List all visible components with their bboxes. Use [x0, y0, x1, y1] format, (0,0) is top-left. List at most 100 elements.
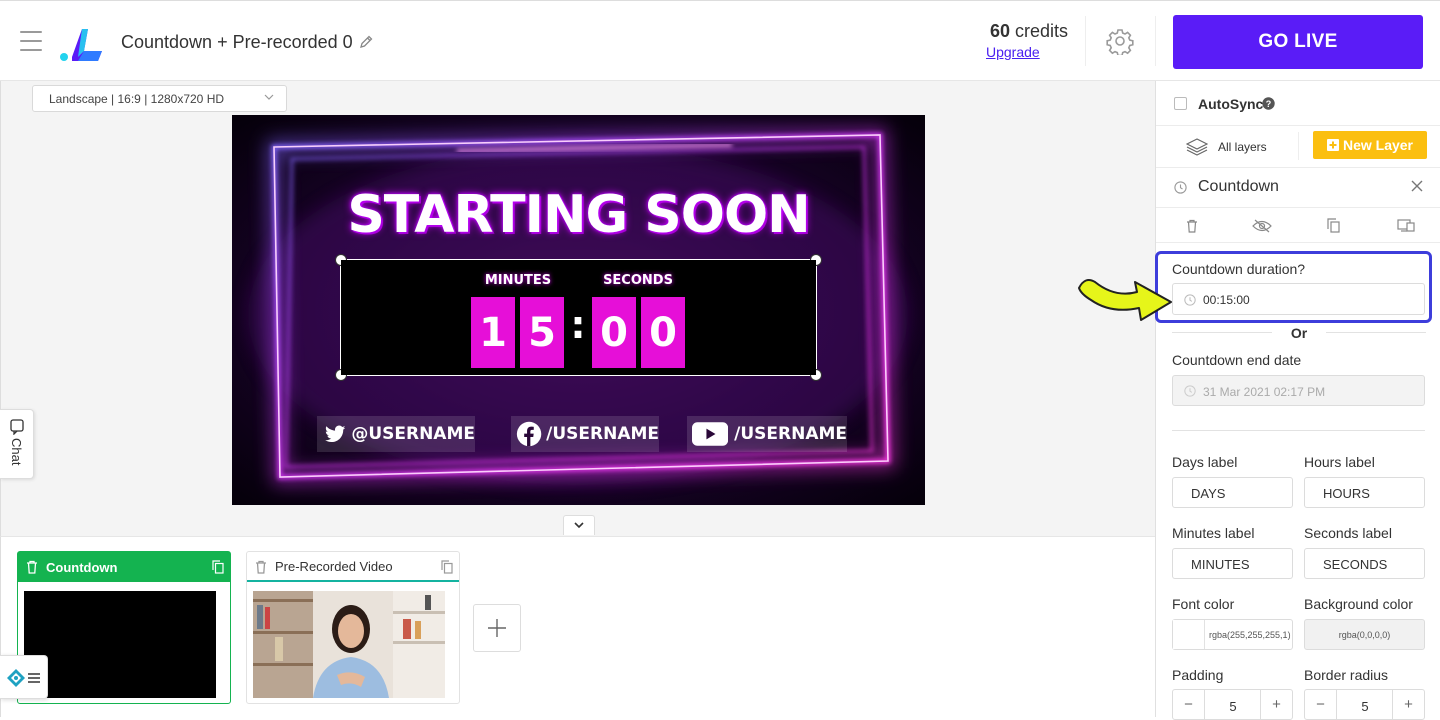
- padding-value: 5: [1229, 699, 1237, 714]
- clock-icon: [1184, 294, 1196, 306]
- new-layer-button[interactable]: New Layer: [1313, 131, 1427, 159]
- border-radius-value: 5: [1361, 699, 1369, 714]
- chat-tab[interactable]: Chat: [0, 409, 34, 479]
- padding-title: Padding: [1172, 667, 1224, 683]
- duplicate-icon[interactable]: [441, 560, 453, 574]
- end-date-placeholder: 31 Mar 2021 02:17 PM: [1203, 385, 1326, 399]
- bg-color-picker[interactable]: rgba(0,0,0,0): [1304, 619, 1425, 650]
- duration-label: Countdown duration?: [1172, 261, 1306, 277]
- bg-color-title: Background color: [1304, 596, 1413, 612]
- preview-stage[interactable]: STARTING SOON MINUTES SECONDS 1 5 : 0 0 …: [232, 115, 925, 505]
- scene-thumbnail: [253, 591, 445, 698]
- scene-card-prerecorded[interactable]: Pre-Recorded Video: [246, 551, 460, 704]
- scene-name: Countdown: [46, 559, 118, 575]
- end-date-input[interactable]: 31 Mar 2021 02:17 PM: [1172, 375, 1425, 406]
- minus-icon[interactable]: −: [1173, 690, 1205, 719]
- trash-icon[interactable]: [26, 560, 38, 574]
- chat-icon: [10, 419, 24, 435]
- layers-icon: [1186, 138, 1208, 156]
- menu-icon[interactable]: [20, 31, 42, 51]
- support-widget[interactable]: [0, 655, 48, 699]
- seconds-label-title: Seconds label: [1304, 525, 1392, 541]
- bg-color-value: rgba(0,0,0,0): [1338, 630, 1391, 640]
- font-color-title: Font color: [1172, 596, 1235, 612]
- minutes-label-title: Minutes label: [1172, 525, 1255, 541]
- widget-logo-icon: [7, 669, 25, 687]
- svg-text:?: ?: [1266, 99, 1272, 109]
- digit-value: 0: [600, 309, 628, 356]
- duration-input[interactable]: 00:15:00: [1172, 283, 1425, 315]
- autosync-checkbox[interactable]: [1174, 97, 1187, 110]
- credits-display: 60 credits: [960, 21, 1068, 42]
- scene-thumbnail: [24, 591, 216, 698]
- seconds-label-value: SECONDS: [1323, 557, 1388, 572]
- plus-icon[interactable]: +: [1260, 690, 1292, 719]
- canvas-area: Landscape | 16:9 | 1280x720 HD STARTING …: [0, 81, 1155, 536]
- resolution-select[interactable]: Landscape | 16:9 | 1280x720 HD: [32, 85, 287, 112]
- divider: [1172, 332, 1272, 333]
- autosync-label: AutoSync: [1198, 96, 1264, 112]
- chat-tab-label: Chat: [9, 438, 24, 466]
- font-color-picker[interactable]: rgba(255,255,255,1): [1172, 619, 1293, 650]
- collapse-scenes-button[interactable]: [563, 515, 595, 535]
- go-live-button[interactable]: GO LIVE: [1173, 15, 1423, 69]
- or-label: Or: [1290, 325, 1308, 341]
- scene-card-countdown[interactable]: Countdown: [17, 551, 231, 704]
- duplicate-icon[interactable]: [212, 560, 224, 574]
- project-title[interactable]: Countdown + Pre-recorded 0: [121, 32, 353, 53]
- plus-icon[interactable]: +: [1392, 690, 1424, 719]
- trash-icon[interactable]: [1186, 219, 1198, 233]
- autosync-row: AutoSync ?: [1156, 81, 1440, 126]
- social-handle: /USERNAME: [734, 424, 847, 444]
- digit-value: 1: [479, 309, 507, 356]
- minutes-label-input[interactable]: MINUTES: [1172, 548, 1293, 579]
- add-scene-button[interactable]: [473, 604, 521, 652]
- social-badge-facebook: /USERNAME: [511, 416, 659, 452]
- divider: [1326, 332, 1426, 333]
- divider: [1155, 16, 1156, 66]
- seconds-label-input[interactable]: SECONDS: [1304, 548, 1425, 579]
- border-radius-title: Border radius: [1304, 667, 1389, 683]
- border-radius-stepper[interactable]: − 5 +: [1304, 689, 1425, 720]
- upgrade-link[interactable]: Upgrade: [986, 44, 1040, 60]
- digit-tile: 1: [471, 297, 515, 368]
- scene-name: Pre-Recorded Video: [275, 558, 393, 574]
- twitter-icon: [325, 425, 346, 443]
- social-handle: /USERNAME: [546, 424, 659, 444]
- divider: [1085, 16, 1086, 66]
- countdown-seconds-label: SECONDS: [603, 273, 673, 288]
- minus-icon[interactable]: −: [1305, 690, 1337, 719]
- layer-header: Countdown: [1156, 168, 1440, 208]
- plus-icon: [488, 619, 506, 637]
- edit-title-icon[interactable]: [358, 34, 374, 50]
- font-color-value: rgba(255,255,255,1): [1209, 630, 1291, 640]
- chevron-down-icon: [264, 94, 274, 100]
- digit-value: 0: [649, 309, 677, 356]
- gear-icon[interactable]: [1106, 27, 1134, 55]
- layer-actions: [1156, 208, 1440, 243]
- properties-panel: AutoSync ? All layers New Layer Countdow…: [1155, 81, 1440, 720]
- padding-stepper[interactable]: − 5 +: [1172, 689, 1293, 720]
- divider: [1298, 132, 1299, 160]
- plus-square-icon: [1326, 139, 1339, 151]
- hours-label-value: HOURS: [1323, 486, 1370, 501]
- chevron-down-icon: [574, 522, 584, 529]
- social-badge-twitter: @USERNAME: [317, 416, 475, 452]
- days-label-input[interactable]: DAYS: [1172, 477, 1293, 508]
- help-icon[interactable]: ?: [1262, 97, 1275, 110]
- hours-label-input[interactable]: HOURS: [1304, 477, 1425, 508]
- close-icon[interactable]: [1410, 179, 1424, 193]
- eye-off-icon[interactable]: [1252, 219, 1272, 233]
- days-label-value: DAYS: [1191, 486, 1226, 501]
- screen-share-icon[interactable]: [1397, 218, 1415, 233]
- duplicate-icon[interactable]: [1327, 218, 1340, 233]
- clock-icon: [1174, 181, 1187, 194]
- app-logo[interactable]: [58, 21, 110, 65]
- facebook-icon: [516, 421, 542, 447]
- new-layer-label: New Layer: [1342, 137, 1414, 153]
- menu-icon: [28, 673, 40, 683]
- layer-title: Countdown: [1198, 178, 1279, 195]
- hours-label-title: Hours label: [1304, 454, 1375, 470]
- all-layers-button[interactable]: All layers: [1186, 136, 1306, 158]
- trash-icon[interactable]: [255, 560, 267, 574]
